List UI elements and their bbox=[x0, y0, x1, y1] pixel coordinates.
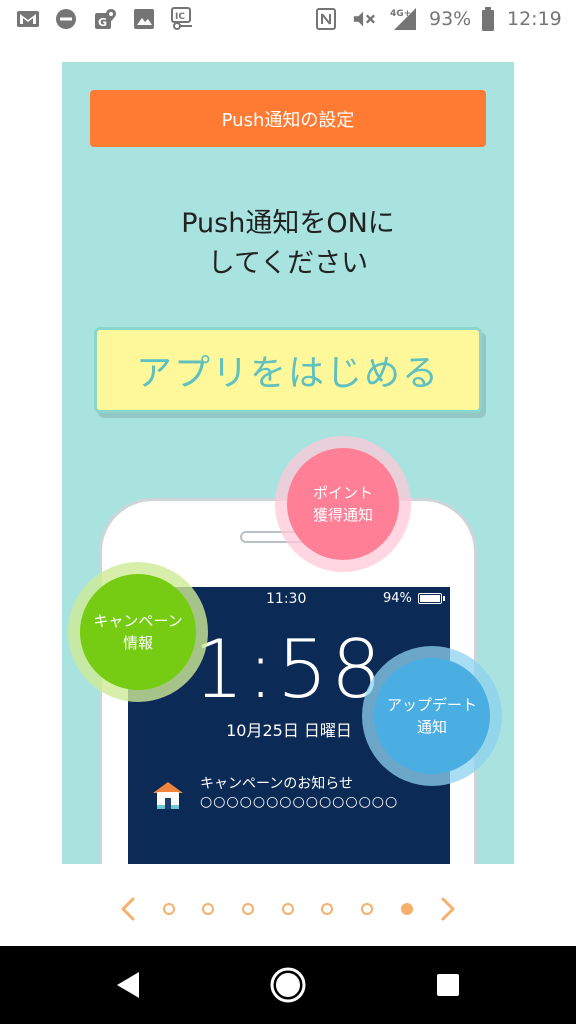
update-bubble-line-2: 通知 bbox=[416, 718, 447, 736]
phone-status-time: 11:30 bbox=[266, 591, 307, 607]
mute-icon bbox=[352, 7, 376, 31]
recents-button[interactable] bbox=[428, 965, 468, 1005]
next-slide-button[interactable] bbox=[435, 896, 461, 922]
home-button[interactable] bbox=[268, 965, 308, 1005]
update-notification-bubble: アップデート 通知 bbox=[374, 658, 490, 774]
maps-icon: G bbox=[93, 7, 117, 31]
campaign-info-bubble: キャンペーン 情報 bbox=[80, 574, 196, 690]
nfc-icon bbox=[314, 7, 338, 31]
phone-battery-icon bbox=[418, 593, 445, 604]
pager-dot-5[interactable] bbox=[321, 903, 333, 915]
pager-dot-7[interactable] bbox=[401, 903, 413, 915]
house-icon bbox=[150, 779, 186, 811]
notification-title: キャンペーンのお知らせ bbox=[200, 776, 354, 792]
start-app-button[interactable]: アプリをはじめる bbox=[94, 327, 482, 413]
network-type-label: 4G+ bbox=[390, 9, 411, 19]
campaign-bubble-line-2: 情報 bbox=[122, 634, 153, 652]
svg-text:IC: IC bbox=[175, 12, 185, 22]
pager-dot-4[interactable] bbox=[282, 903, 294, 915]
slide-pager bbox=[0, 888, 576, 930]
back-button[interactable] bbox=[108, 965, 148, 1005]
status-bar: G IC 4G+ 93% 12:19 bbox=[0, 0, 576, 38]
clock-time: 12:19 bbox=[507, 8, 562, 30]
heading-line-2: してください bbox=[207, 248, 369, 279]
chevron-left-icon bbox=[121, 897, 135, 921]
point-bubble-line-2: 獲得通知 bbox=[312, 506, 373, 524]
phone-battery-text: 94% bbox=[383, 591, 412, 606]
heading-line-1: Push通知をONに bbox=[181, 208, 395, 239]
notification-body: ○○○○○○○○○○○○○○○ bbox=[200, 794, 399, 810]
home-circle-icon bbox=[270, 967, 306, 1003]
chevron-right-icon bbox=[441, 897, 455, 921]
back-triangle-icon bbox=[117, 972, 139, 998]
pager-dot-3[interactable] bbox=[242, 903, 254, 915]
tutorial-slide: Push通知の設定 Push通知をONに してください アプリをはじめる 11:… bbox=[62, 62, 514, 864]
recents-square-icon bbox=[437, 974, 459, 996]
pager-dot-1[interactable] bbox=[163, 903, 175, 915]
ic-card-icon: IC bbox=[170, 7, 194, 31]
system-navigation-bar bbox=[0, 946, 576, 1024]
campaign-bubble-line-1: キャンペーン bbox=[93, 612, 183, 630]
svg-text:G: G bbox=[98, 16, 107, 29]
battery-icon bbox=[476, 7, 500, 31]
battery-percent: 93% bbox=[429, 8, 472, 30]
update-bubble-line-1: アップデート bbox=[386, 696, 477, 714]
page-heading: Push通知をONに してください bbox=[62, 204, 514, 284]
point-bubble-line-1: ポイント bbox=[312, 484, 373, 502]
image-icon bbox=[132, 7, 156, 31]
previous-slide-button[interactable] bbox=[115, 896, 141, 922]
gmail-icon bbox=[16, 7, 40, 31]
signal-icon: 4G+ bbox=[390, 7, 420, 31]
pager-dot-2[interactable] bbox=[202, 903, 214, 915]
push-settings-header: Push通知の設定 bbox=[90, 90, 486, 147]
pager-dot-6[interactable] bbox=[361, 903, 373, 915]
do-not-disturb-icon bbox=[54, 7, 78, 31]
point-notification-bubble: ポイント 獲得通知 bbox=[287, 448, 399, 560]
